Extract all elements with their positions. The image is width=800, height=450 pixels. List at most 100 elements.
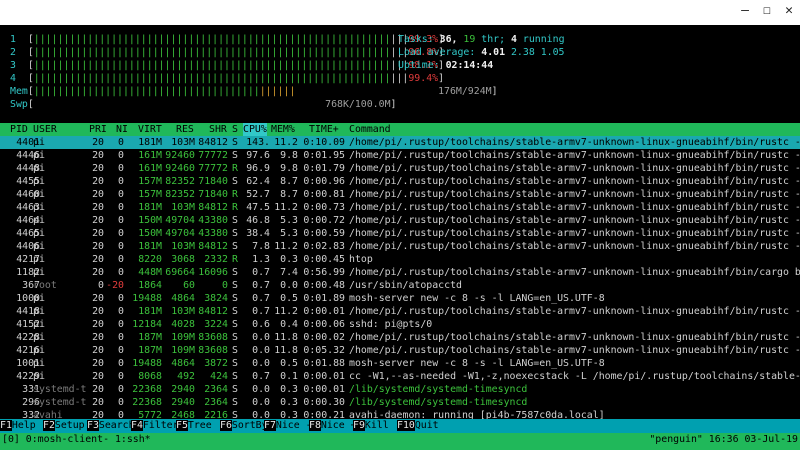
col-mem[interactable]: MEM% bbox=[271, 123, 295, 136]
col-command[interactable]: Command bbox=[349, 123, 391, 136]
cell-cpu: 52.7 bbox=[246, 189, 270, 200]
cell-s: S bbox=[232, 150, 238, 161]
cell-command: sshd: pi@pts/0 bbox=[349, 319, 433, 330]
fkey-search[interactable]: F3Search bbox=[87, 419, 135, 433]
cell-cpu: 0.0 bbox=[252, 384, 270, 395]
fkey-tree[interactable]: F5Tree bbox=[176, 419, 212, 433]
cell-user: systemd-t bbox=[33, 397, 87, 408]
cell-s: S bbox=[232, 319, 238, 330]
process-row[interactable]: 4464 pi 20 0 150M 49704 43380 S 46.8 5.3 0:00.72/h… bbox=[0, 214, 800, 227]
cell-command: /home/pi/.rustup/toolchains/stable-armv7… bbox=[349, 267, 800, 278]
cell-mem: 11.2 bbox=[274, 137, 298, 148]
cell-pri: 20 bbox=[92, 306, 104, 317]
col-pid[interactable]: PID bbox=[10, 123, 28, 136]
cell-pri: 20 bbox=[92, 202, 104, 213]
process-row[interactable]: 367 root 0 -20 1864 60 0 S 0.7 0.0 0:00.48/usr/sbi… bbox=[0, 279, 800, 292]
cell-ni: 0 bbox=[118, 202, 124, 213]
fkey-quit[interactable]: F10Quit bbox=[397, 419, 439, 433]
process-row[interactable]: 1000 pi 20 0 19488 4864 3824 S 0.7 0.5 0:01.89 mosh… bbox=[0, 292, 800, 305]
window-titlebar: — ☐ ✕ bbox=[0, 0, 800, 25]
process-row[interactable]: 4152 pi 20 0 12184 4028 3224 S 0.6 0.4 0:00.06 sshd… bbox=[0, 318, 800, 331]
cell-mem: 5.3 bbox=[280, 228, 298, 239]
process-row[interactable]: 331 systemd-t 20 0 22368 2940 2364 S 0.0 0.3 0:00.… bbox=[0, 383, 800, 396]
cell-shr: 84812 bbox=[198, 241, 228, 252]
process-row[interactable]: 4460 pi 20 0 157M 82352 71840 R 52.7 8.7 0:00.81/h… bbox=[0, 188, 800, 201]
cell-shr: 84812 bbox=[198, 306, 228, 317]
cell-virt: 181M bbox=[138, 137, 162, 148]
cell-res: 2940 bbox=[171, 397, 195, 408]
process-row[interactable]: 4228 pi 20 0 187M 109M 83608 S 0.0 11.8 0:00.02/ho… bbox=[0, 331, 800, 344]
cell-user: pi bbox=[33, 189, 45, 200]
cell-ni: -20 bbox=[106, 280, 124, 291]
process-row[interactable]: 1001 pi 20 0 19488 4864 3872 S 0.0 0.5 0:01.88 mosh… bbox=[0, 357, 800, 370]
cell-ni: 0 bbox=[118, 384, 124, 395]
col-cpu[interactable]: CPU% bbox=[243, 123, 267, 136]
cell-res: 103M bbox=[171, 137, 195, 148]
cell-s: S bbox=[232, 345, 238, 356]
process-row[interactable]: 4463 pi 20 0 181M 103M 84812 R 47.5 11.2 0:00.73/h… bbox=[0, 201, 800, 214]
cell-virt: 181M bbox=[138, 241, 162, 252]
cell-ni: 0 bbox=[118, 189, 124, 200]
process-row[interactable]: 4216 pi 20 0 187M 109M 83608 S 0.0 11.8 0:05.32/ho… bbox=[0, 344, 800, 357]
process-row[interactable]: 4446 pi 20 0 161M 92460 77772 S 97.6 9.8 0:01.95/h… bbox=[0, 149, 800, 162]
cell-pri: 20 bbox=[92, 254, 104, 265]
cell-cpu: 0.7 bbox=[252, 280, 270, 291]
col-user[interactable]: USER bbox=[33, 123, 57, 136]
minimize-icon[interactable]: — bbox=[738, 4, 752, 18]
process-row[interactable]: 4229 pi 20 0 8068 492 424 S 0.7 0.1 0:00.01 cc -W1,… bbox=[0, 370, 800, 383]
cpu-meter-3: 3 [|||||||||||||||||||||||||||||||||||||… bbox=[10, 60, 445, 71]
cell-command: /home/pi/.rustup/toolchains/stable-armv7… bbox=[349, 176, 800, 187]
fkey-filter[interactable]: F4Filter bbox=[131, 419, 179, 433]
col-s[interactable]: S bbox=[232, 123, 238, 136]
process-row[interactable]: 4401 pi 20 0 181M 103M 84812 S 143. 11.2 0:10.09/h… bbox=[0, 136, 800, 149]
cell-time: 0:00.01 bbox=[303, 384, 345, 395]
process-row[interactable]: 4406 pi 20 0 181M 103M 84812 S 7.8 11.2 0:02.83/ho… bbox=[0, 240, 800, 253]
fkey-kill[interactable]: F9Kill bbox=[353, 419, 389, 433]
col-pri[interactable]: PRI bbox=[89, 123, 107, 136]
maximize-icon[interactable]: ☐ bbox=[760, 4, 774, 18]
process-row[interactable]: 4465 pi 20 0 150M 49704 43380 S 38.4 5.3 0:00.59/h… bbox=[0, 227, 800, 240]
col-time[interactable]: TIME+ bbox=[309, 123, 339, 136]
fkey-help[interactable]: F1Help bbox=[0, 419, 36, 433]
cell-virt: 187M bbox=[138, 332, 162, 343]
cell-cpu: 0.7 bbox=[252, 267, 270, 278]
cell-ni: 0 bbox=[118, 163, 124, 174]
cell-res: 4864 bbox=[171, 358, 195, 369]
process-row[interactable]: 4455 pi 20 0 157M 82352 71840 S 62.4 8.7 0:00.96/h… bbox=[0, 175, 800, 188]
process-table-header[interactable]: PID USER PRI NI VIRT RES SHR S CPU% MEM%… bbox=[0, 123, 800, 136]
cell-s: S bbox=[232, 371, 238, 382]
process-row[interactable]: 1182 pi 20 0 448M 69664 16096 S 0.7 7.4 0:56.99/ho… bbox=[0, 266, 800, 279]
fkey-nice-minus[interactable]: F7Nice - bbox=[264, 419, 312, 433]
fkey-setup[interactable]: F2Setup bbox=[43, 419, 85, 433]
cell-res: 69664 bbox=[165, 267, 195, 278]
cell-command: /home/pi/.rustup/toolchains/stable-armv7… bbox=[349, 137, 800, 148]
cell-virt: 150M bbox=[138, 215, 162, 226]
cell-pri: 0 bbox=[98, 280, 104, 291]
cell-res: 92460 bbox=[165, 163, 195, 174]
close-icon[interactable]: ✕ bbox=[782, 4, 796, 18]
cell-res: 103M bbox=[171, 306, 195, 317]
col-shr[interactable]: SHR bbox=[209, 123, 227, 136]
process-row[interactable]: 4418 pi 20 0 181M 103M 84812 S 0.7 11.2 0:00.01/ho… bbox=[0, 305, 800, 318]
cell-cpu: 97.6 bbox=[246, 150, 270, 161]
cell-user: pi bbox=[33, 150, 45, 161]
cell-pri: 20 bbox=[92, 384, 104, 395]
cell-s: R bbox=[232, 189, 238, 200]
col-virt[interactable]: VIRT bbox=[138, 123, 162, 136]
process-row[interactable]: 296 systemd-t 20 0 22368 2940 2364 S 0.0 0.3 0:00.… bbox=[0, 396, 800, 409]
cell-cpu: 47.5 bbox=[246, 202, 270, 213]
cell-shr: 43380 bbox=[198, 228, 228, 239]
cell-user: pi bbox=[33, 215, 45, 226]
tmux-windows[interactable]: [0] 0:mosh-client- 1:ssh* bbox=[2, 433, 151, 447]
process-row[interactable]: 4448 pi 20 0 161M 92460 77772 R 96.9 9.8 0:01.79/h… bbox=[0, 162, 800, 175]
fkey-sortby[interactable]: F6SortBy bbox=[220, 419, 268, 433]
cell-s: S bbox=[232, 176, 238, 187]
cell-virt: 22368 bbox=[132, 384, 162, 395]
col-res[interactable]: RES bbox=[176, 123, 194, 136]
cell-user: root bbox=[33, 280, 57, 291]
process-row[interactable]: 4217 pi 20 0 8220 3068 2332 R 1.3 0.3 0:00.45 htop bbox=[0, 253, 800, 266]
terminal[interactable]: 1 [|||||||||||||||||||||||||||||||||||||… bbox=[0, 25, 800, 450]
fkey-nice-plus[interactable]: F8Nice + bbox=[309, 419, 357, 433]
cell-shr: 77772 bbox=[198, 150, 228, 161]
col-ni[interactable]: NI bbox=[116, 123, 128, 136]
